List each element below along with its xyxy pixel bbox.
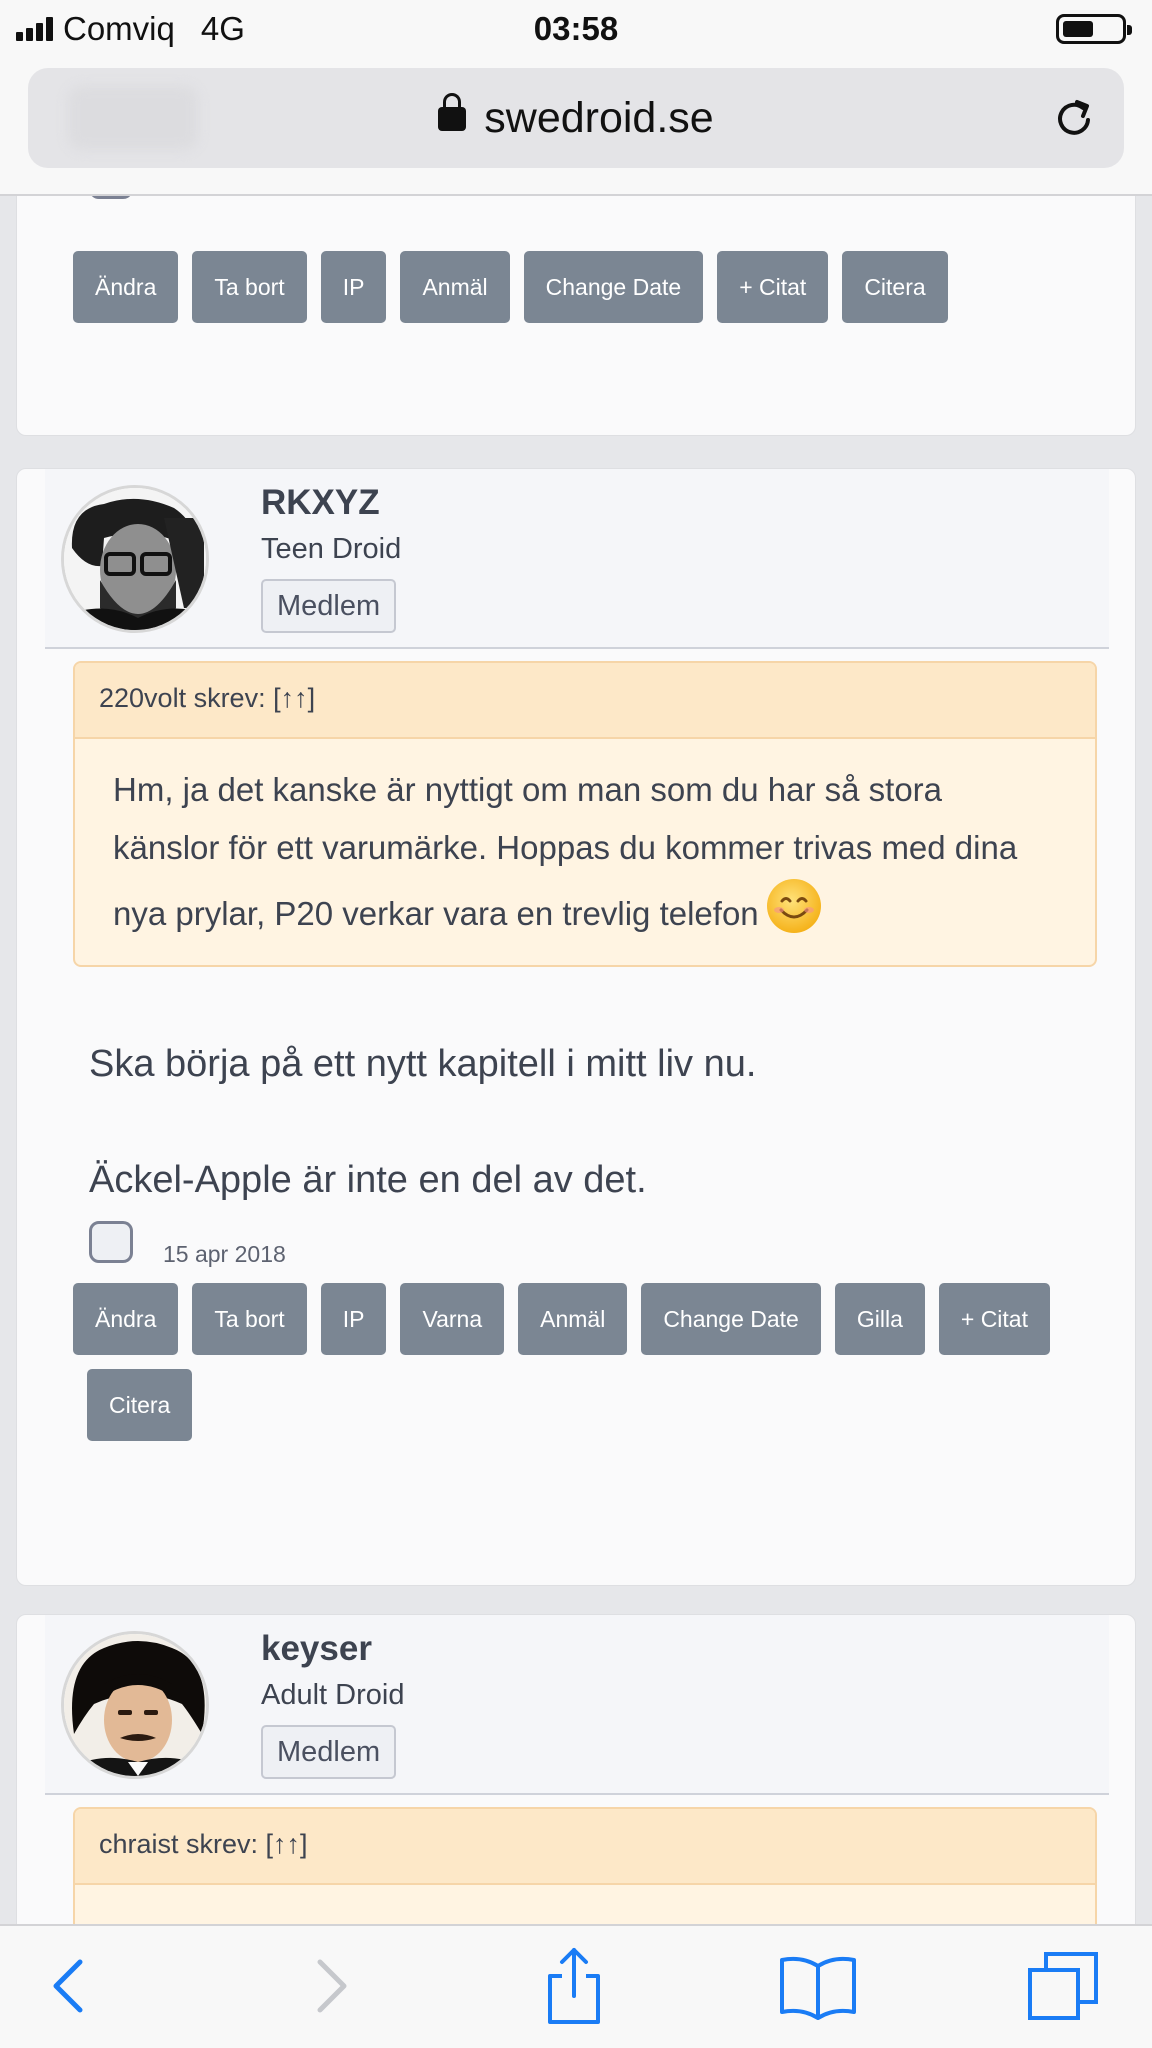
url-domain: swedroid.se xyxy=(484,94,714,142)
reload-icon[interactable] xyxy=(1050,94,1098,142)
battery-icon xyxy=(1056,14,1132,44)
member-badge: Medlem xyxy=(261,579,397,633)
edit-button[interactable]: Ändra xyxy=(73,1283,179,1355)
add-quote-button[interactable]: + Citat xyxy=(717,251,829,323)
ip-button[interactable]: IP xyxy=(320,1283,387,1355)
post-actions: Ändra Ta bort IP Varna Anmäl Change Date… xyxy=(73,1283,1113,1441)
add-quote-button[interactable]: + Citat xyxy=(938,1283,1050,1355)
bookmarks-icon[interactable] xyxy=(778,1946,858,2026)
quote-button[interactable]: Citera xyxy=(87,1369,193,1441)
page-content: Ändra Ta bort IP Anmäl Change Date + Cit… xyxy=(0,196,1152,1924)
lock-icon xyxy=(438,92,467,131)
quote-body: Hm, ja det kanske är nyttigt om man som … xyxy=(75,739,1095,965)
share-icon[interactable] xyxy=(534,1946,614,2026)
edit-button[interactable]: Ändra xyxy=(73,251,179,323)
avatar[interactable] xyxy=(61,485,209,633)
delete-button[interactable]: Ta bort xyxy=(192,1283,307,1355)
avatar-image xyxy=(64,1634,206,1776)
delete-button[interactable]: Ta bort xyxy=(192,251,307,323)
address-bar[interactable]: swedroid.se xyxy=(28,68,1124,168)
tabs-icon[interactable] xyxy=(1024,1946,1104,2026)
like-button[interactable]: Gilla xyxy=(834,1283,925,1355)
post-user-header: RKXYZ Teen Droid Medlem xyxy=(45,469,1109,649)
ip-button[interactable]: IP xyxy=(320,251,387,323)
browser-toolbar xyxy=(0,1924,1152,2048)
change-date-button[interactable]: Change Date xyxy=(523,251,704,323)
report-button[interactable]: Anmäl xyxy=(518,1283,628,1355)
select-checkbox[interactable] xyxy=(89,196,133,199)
back-icon[interactable] xyxy=(32,1946,112,2026)
smile-emoji-icon xyxy=(766,879,821,933)
url-display: swedroid.se xyxy=(28,92,1124,143)
avatar-image xyxy=(64,488,206,630)
browser-header: swedroid.se xyxy=(0,60,1152,196)
avatar[interactable] xyxy=(61,1631,209,1779)
quote-text: Hm, ja det kanske är nyttigt om man som … xyxy=(113,771,1018,932)
username[interactable]: keyser xyxy=(261,1629,372,1669)
quote-header[interactable]: 220volt skrev: [↑↑] xyxy=(75,663,1095,739)
post-user-header: keyser Adult Droid Medlem xyxy=(45,1615,1109,1795)
status-bar: Comviq 4G 03:58 xyxy=(0,0,1152,60)
post-card: RKXYZ Teen Droid Medlem 220volt skrev: [… xyxy=(16,468,1136,1586)
post-text-line: Ska börja på ett nytt kapitell i mitt li… xyxy=(89,1043,757,1085)
post-card-previous: Ändra Ta bort IP Anmäl Change Date + Cit… xyxy=(16,196,1136,436)
quote-button[interactable]: Citera xyxy=(842,251,948,323)
quote-header[interactable]: chraist skrev: [↑↑] xyxy=(75,1809,1095,1885)
report-button[interactable]: Anmäl xyxy=(400,251,510,323)
member-badge: Medlem xyxy=(261,1725,397,1779)
post-actions-previous: Ändra Ta bort IP Anmäl Change Date + Cit… xyxy=(73,251,948,323)
username[interactable]: RKXYZ xyxy=(261,483,380,523)
forward-icon[interactable] xyxy=(288,1946,368,2026)
post-date: 15 apr 2018 xyxy=(163,1241,286,1267)
select-checkbox[interactable] xyxy=(89,1221,133,1263)
post-text-line: Äckel-Apple är inte en del av det. xyxy=(89,1159,647,1201)
quote-block: chraist skrev: [↑↑] xyxy=(73,1807,1097,1924)
change-date-button[interactable]: Change Date xyxy=(641,1283,821,1355)
user-rank: Adult Droid xyxy=(261,1679,405,1711)
post-card: keyser Adult Droid Medlem chraist skrev:… xyxy=(16,1614,1136,1924)
warn-button[interactable]: Varna xyxy=(400,1283,505,1355)
user-rank: Teen Droid xyxy=(261,533,402,565)
quote-block: 220volt skrev: [↑↑] Hm, ja det kanske är… xyxy=(73,661,1097,967)
clock: 03:58 xyxy=(533,10,619,47)
